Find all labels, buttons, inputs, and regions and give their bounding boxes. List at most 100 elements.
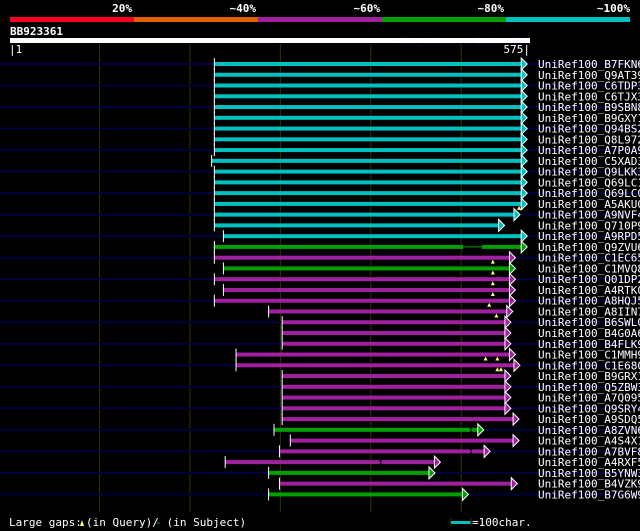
legend-segment — [506, 17, 630, 22]
query-end-label: 575| — [504, 43, 531, 56]
hit-end-arrow — [512, 411, 520, 427]
hit-end-arrow — [508, 261, 517, 276]
hit-bar — [472, 449, 485, 454]
hit-bar — [236, 352, 510, 357]
hit-bar — [268, 309, 507, 314]
query-start-label: |1 — [9, 43, 22, 56]
hit-bar — [214, 62, 522, 66]
hit-bar — [214, 277, 510, 282]
hit-end-arrow — [510, 476, 518, 491]
hit-end-arrow — [513, 358, 521, 373]
hit-bar — [214, 255, 510, 260]
hit-end-arrow — [520, 185, 528, 201]
hit-bar — [282, 374, 505, 379]
hit-end-arrow — [504, 368, 512, 384]
legend-label: 20% — [112, 2, 132, 15]
hit-bar — [214, 191, 522, 196]
hit-bar — [282, 341, 505, 346]
in-query-label: (in Query)/ — [86, 516, 159, 529]
hit-bar — [214, 126, 522, 131]
scale-label: =100char. — [472, 516, 532, 529]
query-id: BB923361 — [10, 25, 63, 38]
legend-label: ~80% — [478, 2, 505, 15]
hit-end-arrow — [520, 142, 528, 158]
hit-bar — [214, 105, 522, 110]
hit-end-arrow — [508, 282, 517, 298]
hit-end-arrow — [520, 153, 528, 169]
hit-bar — [225, 460, 380, 465]
gaps-label: Large gaps: — [9, 516, 82, 529]
hit-bar — [282, 384, 505, 389]
query-gap-marker — [483, 356, 488, 361]
query-gap-marker — [517, 205, 522, 210]
query-gap-marker — [498, 367, 503, 372]
hit-end-arrow — [504, 390, 512, 405]
hit-end-arrow — [504, 336, 512, 351]
query-gap-marker — [487, 302, 492, 307]
hit-end-arrow — [506, 304, 514, 319]
legend-segment — [258, 17, 382, 22]
hit-bar — [214, 201, 522, 206]
hit-end-arrow — [477, 422, 485, 438]
hit-end-arrow — [520, 110, 528, 126]
hit-bar — [282, 417, 514, 422]
hit-end-arrow — [504, 401, 512, 416]
query-gap-marker — [490, 281, 495, 286]
hit-bar — [279, 481, 512, 486]
hit-end-arrow — [498, 218, 506, 233]
hit-rows: UniRef100_B7FKN6UniRef100_Q9AT39UniRef10… — [0, 56, 640, 502]
hit-bar — [481, 244, 522, 249]
hit-bar — [282, 320, 505, 325]
hit-bar — [214, 83, 522, 88]
hit-row[interactable]: UniRef100_B7G6W9 — [0, 487, 640, 502]
hit-end-arrow — [520, 175, 528, 190]
hit-end-arrow — [508, 347, 517, 362]
hit-bar — [214, 148, 522, 153]
hit-end-arrow — [508, 250, 517, 265]
hit-end-arrow — [483, 444, 491, 459]
hit-end-arrow — [520, 228, 528, 244]
query-bar — [10, 38, 530, 43]
hit-end-arrow — [520, 239, 528, 255]
scale-bar — [451, 521, 471, 524]
hit-bar — [214, 180, 522, 185]
hit-bar — [236, 363, 514, 368]
hit-end-arrow — [520, 89, 528, 104]
hit-end-arrow — [520, 78, 528, 93]
hit-end-arrow — [508, 293, 517, 308]
hit-end-arrow — [520, 196, 528, 212]
hit-bar — [214, 94, 522, 99]
hit-end-arrow — [504, 315, 512, 330]
hit-end-arrow — [520, 121, 528, 136]
hit-end-arrow — [520, 56, 528, 72]
hit-bar — [214, 169, 522, 174]
hit-name[interactable]: UniRef100_B7G6W9 — [538, 488, 640, 501]
hit-bar — [282, 406, 505, 411]
legend-segment — [382, 17, 506, 22]
hit-end-arrow — [504, 325, 512, 341]
query-gap-marker — [494, 313, 499, 318]
hit-bar — [268, 492, 463, 497]
hit-bar — [268, 470, 429, 475]
hit-bar — [290, 438, 514, 443]
hit-end-arrow — [520, 67, 528, 82]
legend-label: ~100% — [597, 2, 630, 15]
query-gap-marker — [495, 367, 500, 372]
hit-end-arrow — [520, 164, 528, 179]
legend-segment — [10, 17, 134, 22]
hit-end-arrow — [504, 379, 512, 395]
hit-bar — [223, 287, 510, 292]
hit-bar — [211, 158, 522, 163]
hit-bar — [214, 72, 522, 77]
hit-end-arrow — [508, 271, 517, 287]
hit-bar — [223, 234, 522, 239]
hit-end-arrow — [520, 99, 528, 115]
hit-bar — [214, 115, 522, 120]
hit-bar — [279, 449, 471, 454]
hit-end-arrow — [513, 207, 521, 222]
legend-label: ~60% — [354, 2, 381, 15]
hit-bar — [282, 395, 505, 400]
hit-bar — [214, 298, 510, 303]
hit-bar — [472, 427, 478, 432]
hit-bar — [214, 244, 463, 249]
